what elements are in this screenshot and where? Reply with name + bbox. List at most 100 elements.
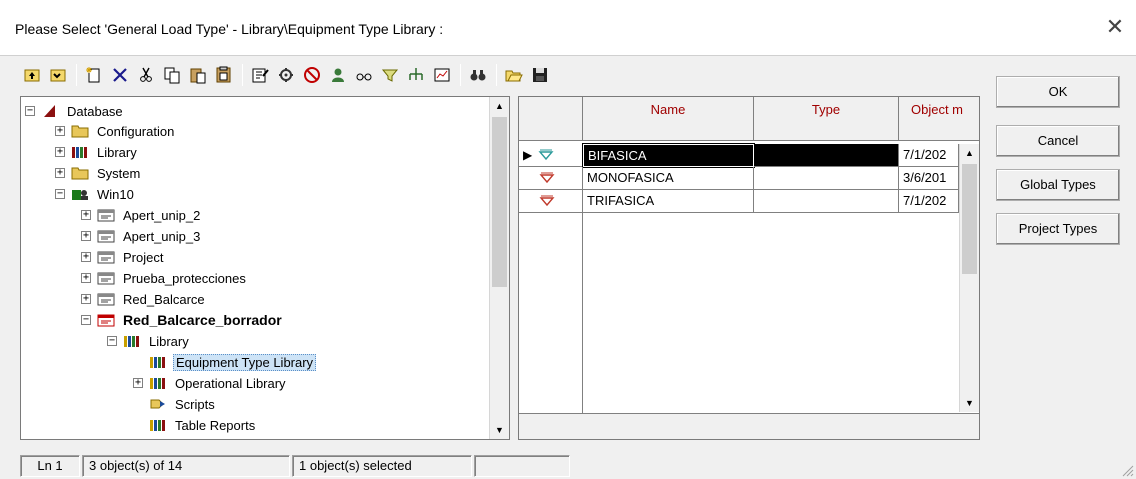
expand-icon[interactable]: + [133, 378, 143, 388]
tree-item-project-library[interactable]: − Library [107, 331, 191, 351]
tree-item-library[interactable]: + Library [55, 142, 139, 162]
tree-item-apert-unip-2[interactable]: + Apert_unip_2 [81, 205, 202, 225]
tree-item-label: Library [149, 333, 189, 349]
ok-button[interactable]: OK [996, 76, 1120, 108]
folder-icon [71, 166, 89, 180]
expand-icon[interactable]: + [55, 147, 65, 157]
tree-item-prueba-protecciones[interactable]: + Prueba_protecciones [81, 268, 248, 288]
paste-icon[interactable] [186, 62, 210, 88]
tree-item-win10[interactable]: − Win10 [55, 184, 136, 204]
global-types-button[interactable]: Global Types [996, 169, 1120, 201]
expand-icon[interactable]: + [81, 294, 91, 304]
expand-icon[interactable]: + [55, 168, 65, 178]
tree-panel[interactable]: − Database + Configuration + Library + S… [20, 96, 510, 440]
tree-item-red-balcarce[interactable]: + Red_Balcarce [81, 289, 207, 309]
scroll-thumb[interactable] [962, 164, 977, 274]
tools-icon[interactable] [274, 62, 298, 88]
tree-item-operational-library[interactable]: + Operational Library [133, 373, 288, 393]
tree-item-apert-unip-3[interactable]: + Apert_unip_3 [81, 226, 202, 246]
grid-scrollbar[interactable]: ▲ ▼ [959, 144, 979, 412]
database-icon [41, 104, 59, 118]
tree-item-equipment-type-library[interactable]: Equipment Type Library [133, 352, 317, 372]
cancel-button[interactable]: Cancel [996, 125, 1120, 157]
up-level-icon[interactable] [20, 62, 44, 88]
tree-item-label: Apert_unip_2 [123, 207, 201, 223]
paste-special-icon[interactable] [212, 62, 236, 88]
cell-name[interactable]: BIFASICA [582, 143, 755, 168]
project-icon [97, 271, 115, 285]
column-header-type[interactable]: Type [754, 97, 899, 141]
object-grid[interactable]: Name Type Object m ▶ BIFASICA 7/1/202 MO… [518, 96, 980, 440]
find-icon[interactable] [466, 62, 490, 88]
expand-icon[interactable]: + [55, 126, 65, 136]
tree-item-label: Scripts [175, 396, 215, 412]
collapse-icon[interactable]: − [107, 336, 117, 346]
glasses-icon[interactable] [352, 62, 376, 88]
new-object-icon[interactable] [82, 62, 106, 88]
collapse-icon[interactable]: − [55, 189, 65, 199]
user-icon[interactable] [326, 62, 350, 88]
window-title: Please Select 'General Load Type' - Libr… [15, 21, 444, 37]
cell-type[interactable] [754, 144, 899, 167]
cut-icon[interactable] [134, 62, 158, 88]
collapse-icon[interactable]: − [25, 106, 35, 116]
tree-item-label: Red_Balcarce_borrador [123, 312, 282, 328]
row-header[interactable] [519, 167, 583, 190]
cell-type[interactable] [754, 167, 899, 190]
grid-hscroll-area[interactable] [519, 413, 979, 439]
row-header[interactable]: ▶ [519, 144, 583, 167]
no-entry-icon[interactable] [300, 62, 324, 88]
column-header-name[interactable]: Name [583, 97, 754, 141]
tree-item-configuration[interactable]: + Configuration [55, 121, 176, 141]
collapse-icon[interactable]: − [81, 315, 91, 325]
cell-modified[interactable]: 3/6/201 [899, 167, 959, 190]
tree-item-system[interactable]: + System [55, 163, 142, 183]
scroll-up-icon[interactable]: ▲ [490, 97, 509, 115]
tree-item-label: Configuration [97, 123, 175, 139]
network-icon[interactable] [404, 62, 428, 88]
cell-modified[interactable]: 7/1/202 [899, 190, 959, 213]
tree-item-label: Apert_unip_3 [123, 228, 201, 244]
column-header-object-modified[interactable]: Object m [899, 97, 979, 141]
load-icon [538, 149, 554, 161]
tree-item-project[interactable]: + Project [81, 247, 165, 267]
close-icon[interactable]: ✕ [1102, 14, 1128, 40]
tree-item-red-balcarce-borrador[interactable]: − Red_Balcarce_borrador [81, 310, 284, 330]
expand-icon[interactable]: + [81, 252, 91, 262]
expand-icon[interactable]: + [81, 273, 91, 283]
row-header[interactable] [519, 190, 583, 213]
cell-modified[interactable]: 7/1/202 [899, 144, 959, 167]
cell-name[interactable]: TRIFASICA [583, 190, 754, 213]
table-row[interactable]: MONOFASICA 3/6/201 [519, 167, 979, 190]
resize-grip-icon[interactable] [1122, 465, 1134, 477]
tree-scrollbar[interactable]: ▲ ▼ [489, 97, 509, 439]
tree-item-scripts[interactable]: Scripts [133, 394, 217, 414]
open-folder-icon[interactable] [502, 62, 526, 88]
project-types-button[interactable]: Project Types [996, 213, 1120, 245]
scroll-up-icon[interactable]: ▲ [960, 144, 979, 162]
edit-object-icon[interactable] [248, 62, 272, 88]
tree-item-label: System [97, 165, 141, 181]
copy-icon[interactable] [160, 62, 184, 88]
active-project-icon [97, 313, 115, 327]
filter-icon[interactable] [378, 62, 402, 88]
up-folder-icon[interactable] [46, 62, 70, 88]
expand-icon[interactable]: + [81, 210, 91, 220]
cell-type[interactable] [754, 190, 899, 213]
scroll-down-icon[interactable]: ▼ [490, 421, 509, 439]
tree-item-database[interactable]: − Database [25, 101, 125, 121]
table-row[interactable]: ▶ BIFASICA 7/1/202 [519, 143, 979, 168]
scroll-down-icon[interactable]: ▼ [960, 394, 979, 412]
save-icon[interactable] [528, 62, 552, 88]
tree-item-label: Prueba_protecciones [123, 270, 246, 286]
tree-item-table-reports[interactable]: Table Reports [133, 415, 257, 435]
scroll-thumb[interactable] [492, 117, 507, 287]
cell-name[interactable]: MONOFASICA [583, 167, 754, 190]
delete-icon[interactable] [108, 62, 132, 88]
table-row[interactable]: TRIFASICA 7/1/202 [519, 190, 979, 213]
current-row-arrow-icon: ▶ [523, 148, 533, 162]
chart-icon[interactable] [430, 62, 454, 88]
expand-icon[interactable]: + [81, 231, 91, 241]
